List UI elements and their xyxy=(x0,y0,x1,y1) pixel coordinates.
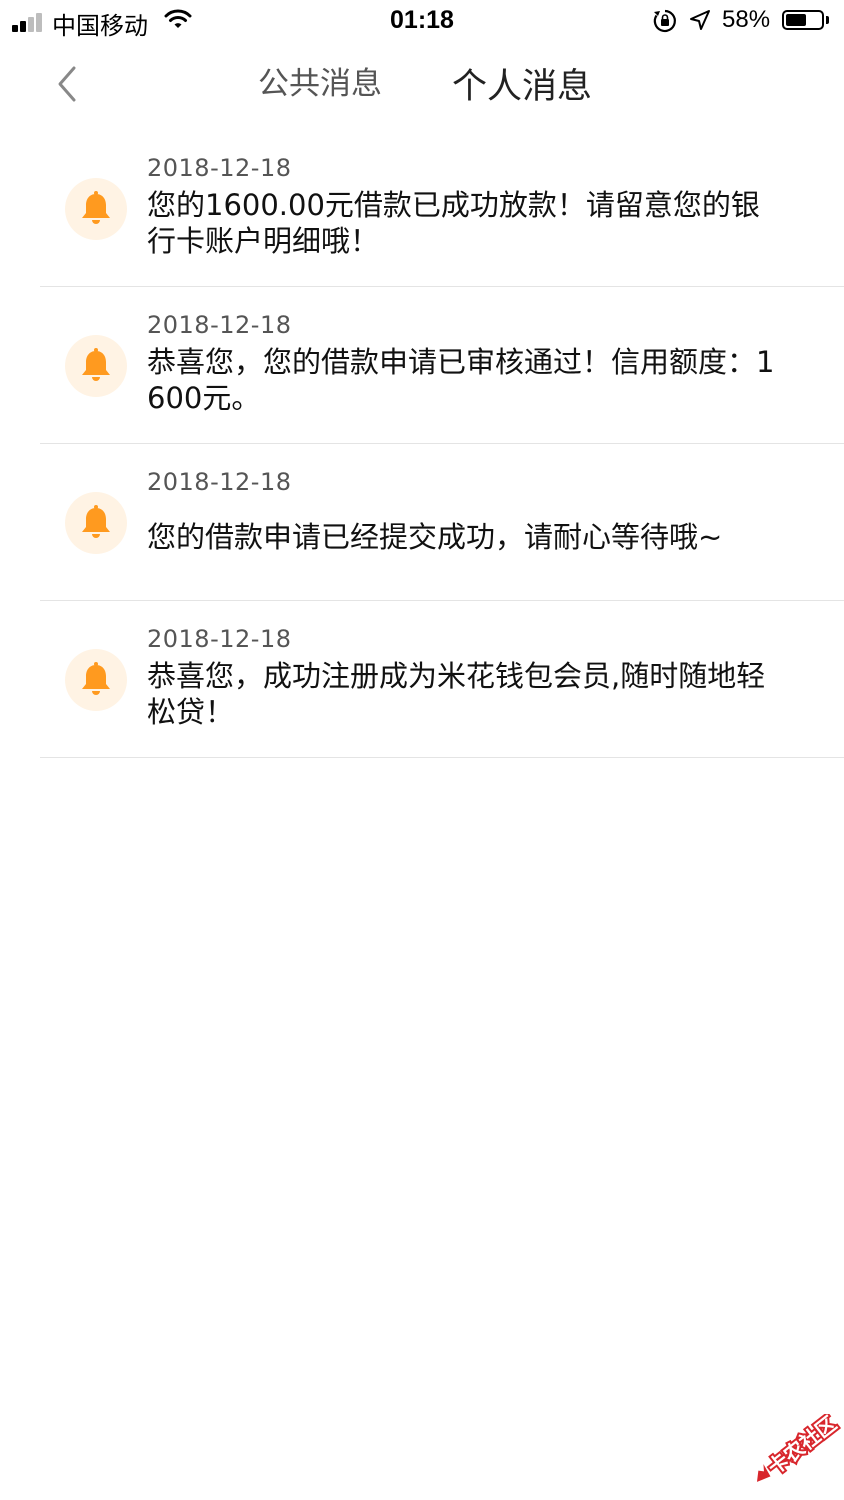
tab-personal-messages[interactable]: 个人消息 xyxy=(452,58,592,109)
bell-icon-badge xyxy=(65,492,127,554)
bell-icon-badge xyxy=(65,178,127,240)
chevron-left-icon xyxy=(58,66,76,102)
orientation-lock-icon xyxy=(652,8,678,41)
status-bar: 中国移动 01:18 58% xyxy=(0,0,844,44)
message-item[interactable]: 2018-12-18 您的1600.00元借款已成功放款！请留意您的银行卡账户明… xyxy=(40,130,844,287)
message-item[interactable]: 2018-12-18 恭喜您，您的借款申请已审核通过！信用额度：1600元。 xyxy=(40,287,844,444)
watermark-logo: 卡农社区 xyxy=(742,1409,843,1484)
bell-icon-badge xyxy=(65,649,127,711)
battery-cap xyxy=(826,16,829,24)
message-date: 2018-12-18 xyxy=(147,625,292,653)
message-item[interactable]: 2018-12-18 恭喜您，成功注册成为米花钱包会员,随时随地轻松贷！ xyxy=(40,601,844,758)
message-text: 恭喜您，成功注册成为米花钱包会员,随时随地轻松贷！ xyxy=(147,659,766,729)
bell-icon-badge xyxy=(65,335,127,397)
battery-percent: 58% xyxy=(722,6,771,33)
message-text: 您的1600.00元借款已成功放款！请留意您的银行卡账户明细哦！ xyxy=(147,188,760,258)
bell-icon xyxy=(82,191,110,224)
back-button[interactable] xyxy=(48,64,88,104)
svg-text:卡农社区: 卡农社区 xyxy=(763,1414,841,1479)
message-item[interactable]: 2018-12-18 您的借款申请已经提交成功，请耐心等待哦~ xyxy=(40,444,844,601)
message-text: 恭喜您，您的借款申请已审核通过！信用额度：1600元。 xyxy=(147,345,775,415)
message-date: 2018-12-18 xyxy=(147,468,292,496)
message-date: 2018-12-18 xyxy=(147,311,292,339)
clock: 01:18 xyxy=(390,6,454,34)
message-date: 2018-12-18 xyxy=(147,154,292,182)
location-arrow-icon xyxy=(688,8,712,39)
bell-icon xyxy=(82,662,110,695)
battery-icon xyxy=(782,10,824,30)
bell-icon xyxy=(82,348,110,381)
tab-public-messages[interactable]: 公共消息 xyxy=(258,58,382,103)
message-text: 您的借款申请已经提交成功，请耐心等待哦~ xyxy=(147,520,723,554)
bell-icon xyxy=(82,505,110,538)
